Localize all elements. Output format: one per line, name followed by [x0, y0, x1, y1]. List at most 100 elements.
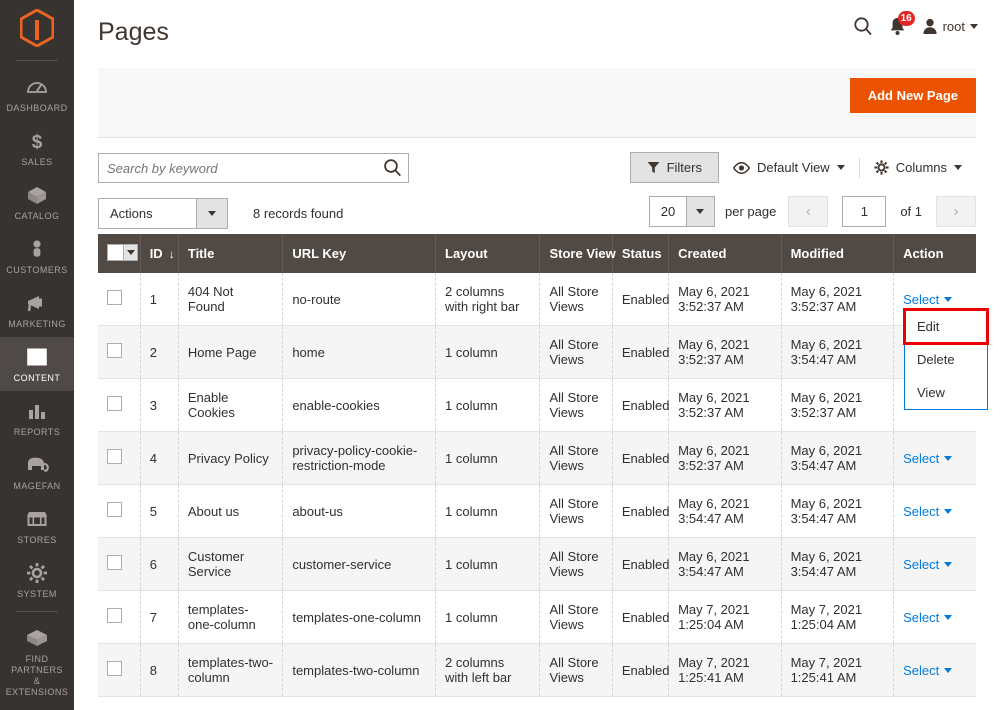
row-action-select[interactable]: Select — [903, 556, 953, 572]
row-checkbox[interactable] — [107, 608, 122, 623]
column-header-modified[interactable]: Modified — [781, 234, 895, 273]
dropdown-item-delete[interactable]: Delete — [905, 343, 987, 376]
page-number-input[interactable]: 1 — [842, 196, 887, 227]
magento-logo[interactable] — [0, 0, 74, 56]
add-new-page-button[interactable]: Add New Page — [849, 78, 976, 113]
row-checkbox[interactable] — [107, 661, 122, 676]
cell-action[interactable]: Select — [893, 484, 976, 538]
cell-action[interactable]: Select — [893, 643, 976, 697]
search-input[interactable] — [99, 154, 364, 182]
select-all-header[interactable] — [98, 234, 141, 273]
column-header-title[interactable]: Title — [178, 234, 284, 273]
column-header-layout[interactable]: Layout — [435, 234, 541, 273]
pagination-controls: 20 per page ‹ 1 of 1 › — [648, 196, 976, 227]
table-row[interactable]: 4 Privacy Policy privacy-policy-cookie-res… — [98, 431, 976, 485]
sidebar-item-system[interactable]: SYSTEM — [0, 553, 74, 607]
sidebar-item-customers[interactable]: CUSTOMERS — [0, 229, 74, 283]
user-name: root — [942, 18, 965, 34]
row-checkbox[interactable] — [107, 290, 122, 305]
table-row[interactable]: 2 Home Page home 1 column All Store Views Ena… — [98, 325, 976, 379]
row-action-select[interactable]: Select — [903, 504, 953, 519]
row-checkbox[interactable] — [107, 396, 122, 411]
table-row[interactable]: 1 404 Not Found no-route 2 columns with rig… — [98, 273, 976, 326]
sidebar-item-label: SYSTEM — [17, 589, 57, 599]
sidebar-item-sales[interactable]: $ SALES — [0, 121, 74, 175]
column-header-url-key[interactable]: URL Key — [282, 234, 437, 273]
per-page-label: per page — [724, 204, 777, 219]
row-checkbox-cell[interactable] — [98, 537, 141, 591]
row-action-label: Select — [903, 556, 940, 572]
row-checkbox-cell[interactable] — [98, 590, 141, 644]
sidebar-item-marketing[interactable]: MARKETING — [0, 283, 74, 337]
table-row[interactable]: 3 Enable Cookies enable-cookies 1 column All… — [98, 378, 976, 432]
row-action-select[interactable]: Select — [903, 663, 953, 678]
cell-store-view: All Store Views — [539, 325, 613, 379]
cell-url-key: customer-service — [282, 537, 437, 591]
sidebar-item-label: REPORTS — [13, 427, 61, 437]
sidebar-item-content[interactable]: CONTENT — [0, 337, 74, 391]
dropdown-item-view[interactable]: View — [905, 376, 987, 409]
filters-button[interactable]: Filters — [629, 152, 719, 183]
cell-title: templates-two-column — [178, 643, 284, 697]
search-icon[interactable] — [853, 16, 873, 36]
cell-action[interactable]: Select — [893, 537, 976, 591]
sidebar-item-find-partners-extensions[interactable]: FIND PARTNERS & EXTENSIONS — [0, 618, 74, 705]
table-row[interactable]: 7 templates-one-column templates-one-colum… — [98, 590, 976, 644]
sidebar-item-dashboard[interactable]: DASHBOARD — [0, 67, 74, 121]
chevron-down-icon — [970, 23, 978, 29]
row-checkbox[interactable] — [107, 502, 122, 517]
cell-action[interactable]: Select — [893, 590, 976, 644]
select-all-checkbox[interactable] — [108, 245, 123, 260]
columns-selector[interactable]: Columns — [860, 160, 976, 175]
cell-status: Enabled — [612, 537, 670, 591]
row-checkbox-cell[interactable] — [98, 325, 141, 379]
chevron-down-icon[interactable] — [123, 245, 137, 260]
user-menu[interactable]: root — [922, 18, 978, 35]
select-all-checkbox-dropdown[interactable] — [107, 244, 138, 261]
table-row[interactable]: 5 About us about-us 1 column All Store Views… — [98, 484, 976, 538]
table-row[interactable]: 6 Customer Service customer-service 1 colum… — [98, 537, 976, 591]
search-submit-icon[interactable] — [383, 158, 402, 177]
actions-dropdown-label: Actions — [110, 206, 153, 221]
row-action-select[interactable]: Select — [903, 292, 953, 307]
next-page-button[interactable]: › — [936, 196, 976, 227]
box-icon — [2, 184, 72, 206]
cell-id: 2 — [140, 325, 179, 379]
row-checkbox-cell[interactable] — [98, 378, 141, 432]
previous-page-button[interactable]: ‹ — [788, 196, 829, 227]
chevron-down-icon — [944, 561, 953, 567]
sidebar-item-stores[interactable]: STORES — [0, 499, 74, 553]
row-action-select[interactable]: Select — [903, 451, 953, 466]
row-checkbox[interactable] — [107, 449, 122, 464]
sidebar-item-reports[interactable]: REPORTS — [0, 391, 74, 445]
megaphone-icon — [2, 292, 72, 314]
row-action-select[interactable]: Select — [903, 610, 953, 625]
actions-dropdown[interactable]: Actions — [98, 198, 228, 229]
dropdown-item-edit[interactable]: Edit — [903, 308, 989, 345]
cell-store-view: All Store Views — [539, 484, 613, 538]
column-header-status[interactable]: Status — [612, 234, 670, 273]
notifications-bell[interactable]: 16 — [889, 10, 915, 36]
cell-modified: May 6, 2021 3:52:37 AM — [781, 273, 895, 326]
layout-icon — [2, 346, 72, 368]
row-checkbox-cell[interactable] — [98, 484, 141, 538]
row-checkbox-cell[interactable] — [98, 273, 141, 326]
cell-id: 3 — [140, 378, 179, 432]
row-checkbox-cell[interactable] — [98, 431, 141, 485]
user-icon — [922, 18, 937, 34]
row-checkbox[interactable] — [107, 343, 122, 358]
cell-layout: 2 columns with left bar — [435, 643, 541, 697]
row-checkbox[interactable] — [107, 555, 122, 570]
column-header-id[interactable]: ID ↓ — [140, 234, 179, 273]
chevron-down-icon — [944, 455, 953, 461]
default-view-selector[interactable]: Default View — [719, 160, 859, 175]
column-header-store-view[interactable]: Store View — [539, 234, 616, 273]
sidebar-item-magefan[interactable]: MAGEFAN — [0, 445, 74, 499]
row-checkbox-cell[interactable] — [98, 643, 141, 697]
column-header-created[interactable]: Created — [668, 234, 782, 273]
dashboard-icon — [2, 76, 72, 98]
cell-action[interactable]: Select — [893, 431, 976, 485]
table-row[interactable]: 8 templates-two-column templates-two-colum… — [98, 643, 976, 697]
sidebar-item-catalog[interactable]: CATALOG — [0, 175, 74, 229]
per-page-dropdown[interactable]: 20 — [648, 196, 715, 227]
